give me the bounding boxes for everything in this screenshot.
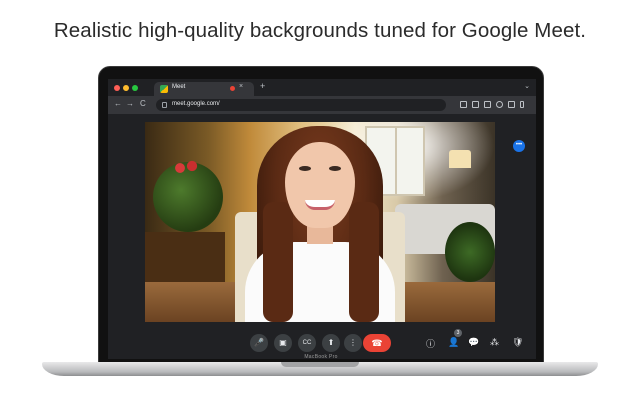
host-controls-icon[interactable]: 🛡 bbox=[512, 337, 523, 348]
present-screen-icon[interactable]: ⬆ bbox=[322, 334, 340, 352]
address-bar[interactable]: meet.google.com/ bbox=[156, 99, 446, 111]
back-icon[interactable]: ← bbox=[114, 99, 122, 108]
bookmark-star-icon[interactable] bbox=[496, 101, 503, 108]
activities-icon[interactable]: ⁂ bbox=[490, 337, 499, 348]
install-app-icon[interactable] bbox=[472, 101, 479, 108]
tab-search-icon[interactable]: ⌄ bbox=[524, 82, 530, 90]
tab-meet[interactable]: Meet × bbox=[154, 82, 254, 96]
laptop-notch bbox=[281, 362, 359, 367]
headline: Realistic high-quality backgrounds tuned… bbox=[53, 19, 587, 42]
people-icon[interactable]: 👤 bbox=[448, 337, 459, 348]
browser-toolbar: ← → C meet.google.com/ bbox=[108, 96, 536, 114]
tab-title: Meet bbox=[172, 84, 186, 90]
meeting-info-icon[interactable]: ⓘ bbox=[426, 337, 435, 350]
hang-up-button[interactable]: ☎ bbox=[363, 334, 391, 352]
minimize-window-button[interactable] bbox=[123, 85, 129, 91]
maximize-window-button[interactable] bbox=[132, 85, 138, 91]
camera-permission-icon[interactable] bbox=[460, 101, 467, 108]
participant-eye bbox=[299, 166, 311, 171]
new-tab-button[interactable]: + bbox=[260, 81, 265, 91]
more-options-button[interactable]: ••• bbox=[513, 140, 525, 152]
lock-icon[interactable] bbox=[162, 102, 167, 108]
laptop-model-label: MacBook Pro bbox=[304, 354, 338, 360]
share-icon[interactable] bbox=[484, 101, 491, 108]
participant-hair-left bbox=[263, 202, 293, 322]
reload-icon[interactable]: C bbox=[140, 99, 146, 108]
extensions-icon[interactable] bbox=[508, 101, 515, 108]
url-text: meet.google.com/ bbox=[172, 101, 220, 107]
chat-icon[interactable]: 💬 bbox=[468, 337, 479, 348]
background-plant-right bbox=[445, 222, 495, 282]
browser-window: Meet × + ⌄ ← → C meet.google.com/ ••• 🎤 … bbox=[108, 79, 536, 359]
laptop-lid: Meet × + ⌄ ← → C meet.google.com/ ••• 🎤 … bbox=[98, 66, 544, 364]
participant-hair-right bbox=[349, 202, 379, 322]
browser-menu-icon[interactable] bbox=[520, 101, 524, 108]
meet-favicon-icon bbox=[160, 85, 168, 93]
tab-close-icon[interactable]: × bbox=[239, 83, 243, 90]
video-tile bbox=[145, 122, 495, 322]
participant-face bbox=[285, 142, 355, 228]
background-flowers bbox=[171, 158, 201, 178]
microphone-icon[interactable]: 🎤 bbox=[250, 334, 268, 352]
close-window-button[interactable] bbox=[114, 85, 120, 91]
more-actions-icon[interactable]: ⋮ bbox=[344, 334, 362, 352]
forward-icon[interactable]: → bbox=[126, 99, 134, 108]
camera-icon[interactable]: ▣ bbox=[274, 334, 292, 352]
recording-indicator-icon bbox=[230, 86, 235, 91]
background-lamp bbox=[449, 150, 471, 168]
people-count-badge: 3 bbox=[454, 329, 462, 337]
participant-eye bbox=[329, 166, 341, 171]
tab-bar: Meet × + ⌄ bbox=[108, 79, 536, 96]
captions-icon[interactable]: CC bbox=[298, 334, 316, 352]
